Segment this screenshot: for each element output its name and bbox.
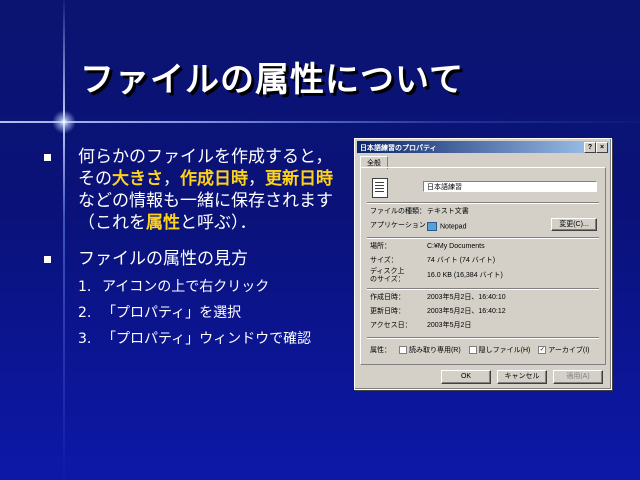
dialog-titlebar[interactable]: 日本語練習のプロパティ ? ×: [357, 141, 609, 153]
created-value: 2003年5月2日、16:40:10: [427, 294, 506, 301]
accessed-value: 2003年5月2日: [427, 322, 472, 329]
disk-size-label: ディスク上 のサイズ：: [370, 268, 405, 284]
step-item: 1. アイコンの上で右クリック: [40, 278, 340, 297]
ok-button[interactable]: OK: [441, 370, 491, 384]
divider: [367, 237, 599, 239]
location-value: C:¥My Documents: [427, 243, 485, 250]
app-name: Notepad: [440, 223, 467, 231]
step-list: 1. アイコンの上で右クリック 2. 「プロパティ」を選択 3. 「プロパティ」ウィン…: [40, 278, 340, 349]
readonly-checkbox[interactable]: 読み取り専用(R): [398, 346, 461, 355]
archive-label: アーカイブ(I): [548, 347, 590, 354]
dialog-title: 日本語練習のプロパティ: [360, 145, 437, 152]
archive-checkbox[interactable]: ✓ アーカイブ(I): [538, 346, 590, 355]
slide-title: ファイルの属性について: [80, 60, 464, 100]
step-number: 2.: [78, 305, 92, 321]
highlight-attribute: 属性: [146, 213, 180, 233]
bullet-square-icon: [44, 154, 51, 161]
highlight-size: 大きさ: [112, 169, 163, 189]
sparkle-icon: [50, 108, 78, 136]
step-text: 「プロパティ」ウィンドウで確認: [102, 331, 312, 347]
size-value: 74 バイト (74 バイト): [427, 257, 496, 264]
hidden-checkbox[interactable]: 隠しファイル(H): [468, 346, 531, 355]
type-label: ファイルの種類：: [370, 208, 426, 215]
divider: [367, 288, 599, 290]
step-number: 3.: [78, 331, 92, 347]
type-value: テキスト文書: [427, 208, 469, 215]
disk-size-label-line1: ディスク上: [370, 268, 405, 275]
accessed-label: アクセス日：: [370, 322, 412, 329]
bullet-item-2: ファイルの属性の見方: [40, 248, 340, 270]
bullet-square-icon: [44, 256, 51, 263]
created-label: 作成日時：: [370, 294, 405, 301]
modified-value: 2003年5月2日、16:40:12: [427, 308, 506, 315]
checkmark-icon[interactable]: ✓: [538, 346, 547, 355]
step-item: 3. 「プロパティ」ウィンドウで確認: [40, 330, 340, 349]
change-button[interactable]: 変更(C)...: [551, 218, 597, 231]
step-text: アイコンの上で右クリック: [102, 279, 270, 295]
notepad-icon: [427, 222, 437, 231]
bullet2-text: ファイルの属性の見方: [78, 249, 248, 269]
bullet1-text-3: ，: [248, 169, 265, 189]
close-button[interactable]: ×: [596, 142, 608, 153]
checkbox-box[interactable]: [468, 346, 477, 355]
attributes-row: 属性： 読み取り専用(R) 隠しファイル(H) ✓ アーカイブ(I): [370, 345, 595, 355]
text-file-icon: [372, 178, 388, 198]
apply-button[interactable]: 適用(A): [553, 370, 603, 384]
app-value: Notepad: [427, 222, 466, 231]
step-item: 2. 「プロパティ」を選択: [40, 304, 340, 323]
bullet-list: 何らかのファイルを作成すると，その大きさ，作成日時，更新日時などの情報も一緒に保…: [40, 146, 340, 356]
highlight-modified: 更新日時: [265, 169, 333, 189]
cancel-button[interactable]: キャンセル: [497, 370, 547, 384]
attributes-label: 属性：: [370, 347, 391, 354]
modified-label: 更新日時：: [370, 308, 405, 315]
bullet1-text-2: ，: [163, 169, 180, 189]
highlight-created: 作成日時: [180, 169, 248, 189]
step-text: 「プロパティ」を選択: [102, 305, 242, 321]
filename-input[interactable]: 日本語練習: [423, 181, 597, 192]
disk-size-value: 16.0 KB (16,384 バイト): [427, 272, 503, 279]
help-button[interactable]: ?: [584, 142, 596, 153]
bullet-item-1: 何らかのファイルを作成すると，その大きさ，作成日時，更新日時などの情報も一緒に保…: [40, 146, 340, 234]
general-panel: 日本語練習 ファイルの種類： テキスト文書 アプリケーション： Notepad …: [360, 167, 606, 365]
checkbox-box[interactable]: [398, 346, 407, 355]
size-label: サイズ：: [370, 257, 398, 264]
decorative-horizontal-line: [0, 121, 640, 123]
disk-size-label-line2: のサイズ：: [370, 276, 405, 283]
bullet1-text-5: と呼ぶ）．: [180, 213, 257, 233]
location-label: 場所：: [370, 243, 391, 250]
step-number: 1.: [78, 279, 92, 295]
app-label: アプリケーション：: [370, 222, 433, 229]
properties-dialog: 日本語練習のプロパティ ? × 全般 日本語練習 ファイルの種類： テキスト文書…: [354, 138, 612, 390]
divider: [367, 337, 599, 339]
hidden-label: 隠しファイル(H): [478, 347, 531, 354]
readonly-label: 読み取り専用(R): [408, 347, 461, 354]
divider: [367, 202, 599, 204]
